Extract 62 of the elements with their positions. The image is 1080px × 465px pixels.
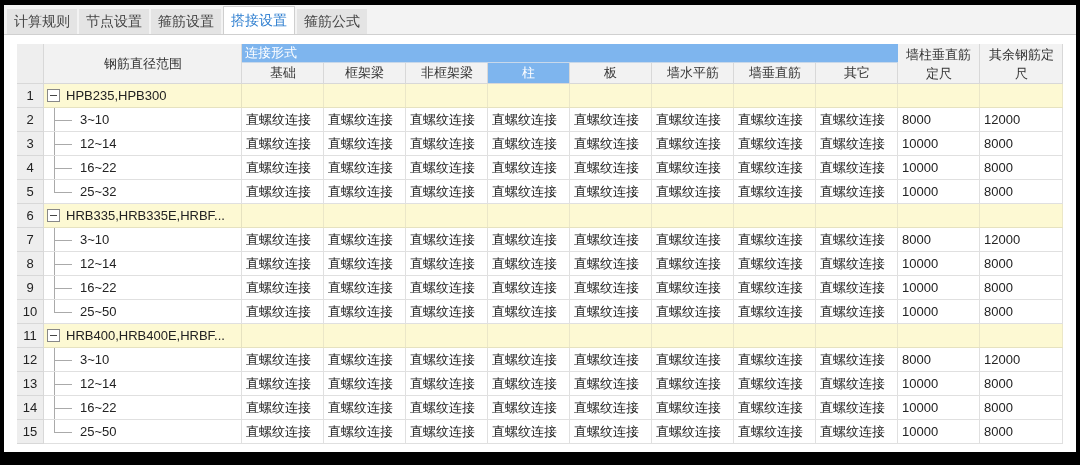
corner-header [17,44,44,84]
row-number: 1 [17,84,44,108]
row-number: 15 [17,420,44,444]
group-header: 连接形式 [242,44,898,63]
diameter-range: 16~22 [79,398,117,417]
group-label: HRB400,HRB400E,HRBF... [66,326,225,345]
diameter-range: 25~50 [79,422,117,441]
row-number: 13 [17,372,44,396]
column-header: 其余钢筋定 [988,45,1054,64]
table-cell: 直螺纹连接 [242,420,324,444]
tab[interactable]: 搭接设置 [223,6,295,34]
diameter-range: 25~50 [79,302,117,321]
column-header[interactable]: 墙垂直筋 [734,63,816,84]
diameter-range: 3~10 [79,350,110,369]
column-header: 钢筋直径范围 [44,44,242,84]
table-cell: 8000 [980,420,1063,444]
table-cell: 直螺纹连接 [488,420,570,444]
row-number: 12 [17,348,44,372]
row-number: 4 [17,156,44,180]
tab[interactable]: 计算规则 [7,9,77,34]
diameter-range: 3~10 [79,110,110,129]
table-cell: 直螺纹连接 [652,420,734,444]
row-number: 7 [17,228,44,252]
row-number: 10 [17,300,44,324]
row-number: 5 [17,180,44,204]
table-cell: 直螺纹连接 [734,420,816,444]
row-number: 6 [17,204,44,228]
row-number: 3 [17,132,44,156]
collapse-icon[interactable] [47,329,60,342]
diameter-range: 12~14 [79,134,117,153]
column-header[interactable]: 非框架梁 [406,63,488,84]
table-cell: 10000 [898,420,980,444]
tab[interactable]: 箍筋设置 [151,9,221,34]
column-header[interactable]: 基础 [242,63,324,84]
diameter-range: 25~32 [79,182,117,201]
table-cell: 直螺纹连接 [324,420,406,444]
table-cell: 直螺纹连接 [570,420,652,444]
diameter-range: 12~14 [79,254,117,273]
column-header[interactable]: 墙水平筋 [652,63,734,84]
tab[interactable]: 节点设置 [79,9,149,34]
tab[interactable]: 箍筋公式 [297,9,367,34]
column-header: 定尺 [925,64,952,83]
row-number: 8 [17,252,44,276]
group-label: HPB235,HPB300 [66,86,167,105]
collapse-icon[interactable] [47,209,60,222]
table-cell: 直螺纹连接 [406,420,488,444]
row-number: 14 [17,396,44,420]
diameter-range: 3~10 [79,230,110,249]
table-cell: 直螺纹连接 [816,420,898,444]
row-number: 9 [17,276,44,300]
collapse-icon[interactable] [47,89,60,102]
column-header[interactable]: 其它 [816,63,898,84]
column-header[interactable]: 板 [570,63,652,84]
column-header[interactable]: 框架梁 [324,63,406,84]
row-number: 2 [17,108,44,132]
column-header: 墙柱垂直筋 [906,45,971,64]
column-header: 尺 [1014,64,1028,83]
diameter-range: 16~22 [79,278,117,297]
group-label: HRB335,HRB335E,HRBF... [66,206,225,225]
row-number: 11 [17,324,44,348]
diameter-range: 12~14 [79,374,117,393]
diameter-range: 16~22 [79,158,117,177]
